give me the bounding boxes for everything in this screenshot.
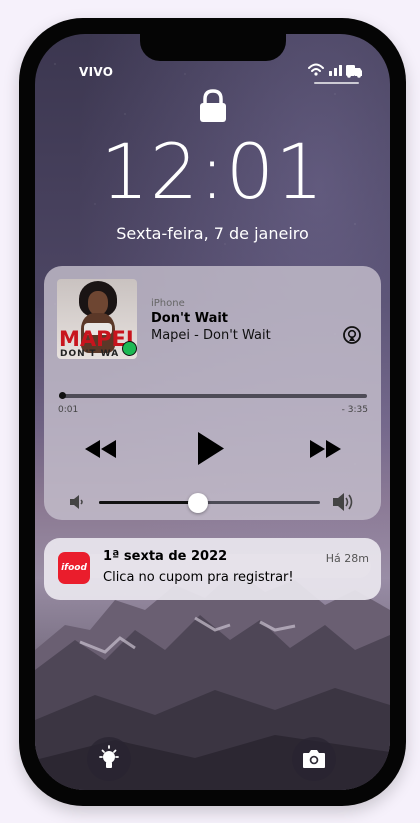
lock-icon [200,89,226,122]
spotify-icon [122,341,137,356]
notification-time: Há 28m [325,552,369,565]
volume-slider-fill [99,501,199,504]
ifood-app-icon: ifood [58,552,90,584]
progress-scrubber[interactable] [58,392,66,399]
notch [140,34,286,61]
play-icon [198,432,224,465]
notification-card[interactable]: ifood 1ª sexta de 2022 Clica no cupom pr… [44,538,381,600]
flashlight-button[interactable] [87,737,131,781]
camera-button[interactable] [292,737,336,781]
volume-slider-knob[interactable] [188,493,209,513]
volume-high-icon [333,493,353,511]
airplay-icon[interactable] [342,325,362,345]
volume-low-icon [70,495,83,509]
track-artist: Mapei - Don't Wait [151,328,271,343]
fast-forward-icon [310,440,341,458]
camera-icon [303,750,325,768]
notification-title: 1ª sexta de 2022 [103,549,228,564]
rewind-icon [85,440,116,458]
album-art[interactable]: MAPEI DON'T WA [57,279,137,359]
play-button[interactable] [196,431,226,466]
elapsed-time: 0:01 [58,405,79,415]
fast-forward-button[interactable] [308,438,342,460]
phone-frame: VIVO 12:01 Sexta-feira, 7 de janeiro MAP… [19,18,406,806]
lock-screen: VIVO 12:01 Sexta-feira, 7 de janeiro MAP… [35,34,390,790]
signal-icon [329,65,342,76]
remaining-time: - 3:35 [341,405,368,415]
clock-time: 12:01 [100,127,325,216]
album-art-subtitle: DON'T WA [60,349,120,359]
album-art-face [88,291,108,315]
notification-body: Clica no cupom pra registrar! [103,570,294,585]
status-underline [314,82,359,84]
track-title: Don't Wait [151,311,229,326]
status-icons [308,63,362,78]
carrier-label: VIVO [79,65,114,79]
flashlight-icon [99,745,119,768]
wifi-icon [308,63,324,76]
now-playing-widget: MAPEI DON'T WA iPhone Don't Wait Mapei -… [44,266,381,520]
clock-date: Sexta-feira, 7 de janeiro [116,224,309,243]
battery-icon [346,65,362,78]
progress-bar[interactable] [59,394,367,398]
playback-source: iPhone [151,298,185,309]
rewind-button[interactable] [84,438,118,460]
